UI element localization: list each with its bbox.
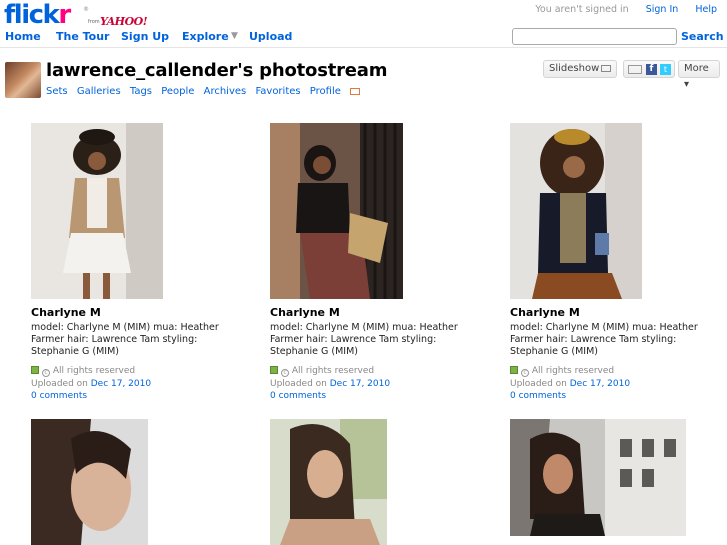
twitter-icon[interactable]: t [660,64,671,75]
rights-text: All rights reserved [291,366,375,376]
help-link[interactable]: Help [695,4,717,15]
registered-mark: ® [83,6,89,13]
from-label: from [88,19,100,25]
nav-upload[interactable]: Upload [249,30,292,43]
search-input[interactable] [512,28,677,45]
page-title: lawrence_callender's photostream [46,60,388,81]
subnav-people[interactable]: People [161,86,194,97]
explore-dropdown-icon[interactable]: ▼ [231,31,238,41]
photo-comments: 0 comments [510,391,566,401]
header-divider [0,47,727,48]
comments-link[interactable]: 0 comments [510,391,566,401]
photo-thumbnail[interactable] [270,419,387,545]
avatar[interactable] [5,62,41,98]
nav-home[interactable]: Home [5,30,41,43]
photo-title[interactable]: Charlyne M [510,306,580,319]
facebook-icon[interactable]: f [646,64,657,75]
nav-explore[interactable]: Explore [182,30,229,43]
comments-link[interactable]: 0 comments [31,391,87,401]
upload-date-link[interactable]: Dec 17, 2010 [330,379,390,389]
photo-title[interactable]: Charlyne M [31,306,101,319]
nav-tour[interactable]: The Tour [56,30,109,43]
photo-rights: c All rights reserved [270,366,374,377]
account-bar: You aren't signed in Sign In Help [521,4,717,15]
photostream-subnav: Sets Galleries Tags People Archives Favo… [46,86,366,97]
uploaded-label: Uploaded on [31,379,88,389]
subnav-favorites[interactable]: Favorites [255,86,300,97]
photo-thumbnail[interactable] [31,123,163,299]
photo-comments: 0 comments [31,391,87,401]
license-icon [270,366,278,374]
uploaded-label: Uploaded on [510,379,567,389]
upload-date-link[interactable]: Dec 17, 2010 [91,379,151,389]
photo-upload-date: Uploaded on Dec 17, 2010 [270,379,390,389]
photo-rights: c All rights reserved [510,366,614,377]
flickr-logo[interactable]: flickr ® from YAHOO! [4,0,148,30]
copyright-icon: c [281,369,289,377]
slideshow-label: Slideshow [549,63,600,74]
rights-text: All rights reserved [52,366,136,376]
copyright-icon: c [42,369,50,377]
subnav-archives[interactable]: Archives [204,86,247,97]
photo-upload-date: Uploaded on Dec 17, 2010 [31,379,151,389]
subnav-galleries[interactable]: Galleries [77,86,121,97]
rights-text: All rights reserved [531,366,615,376]
share-button[interactable]: f t [623,60,675,78]
subnav-tags[interactable]: Tags [130,86,152,97]
upload-date-link[interactable]: Dec 17, 2010 [570,379,630,389]
signed-status: You aren't signed in [535,4,629,15]
photo-thumbnail[interactable] [510,123,642,299]
photo-title[interactable]: Charlyne M [270,306,340,319]
uploaded-label: Uploaded on [270,379,327,389]
slideshow-button[interactable]: Slideshow [543,60,617,78]
copyright-icon: c [521,369,529,377]
logo-text-r: r [58,0,71,30]
more-button[interactable]: More ▾ [678,60,720,90]
subnav-sets[interactable]: Sets [46,86,68,97]
photo-rights: c All rights reserved [31,366,135,377]
photo-thumbnail[interactable] [510,419,686,536]
mail-icon[interactable] [350,88,361,95]
photo-comments: 0 comments [270,391,326,401]
photo-description: model: Charlyne M (MIM) mua: Heather Far… [31,322,219,357]
sign-in-link[interactable]: Sign In [646,4,679,15]
logo-text: flick [4,0,60,30]
subnav-profile[interactable]: Profile [310,86,341,97]
photo-description: model: Charlyne M (MIM) mua: Heather Far… [270,322,458,357]
monitor-icon [601,65,611,72]
comments-link[interactable]: 0 comments [270,391,326,401]
license-icon [31,366,39,374]
search-button[interactable]: Search [681,30,724,43]
license-icon [510,366,518,374]
photo-description: model: Charlyne M (MIM) mua: Heather Far… [510,322,698,357]
nav-signup[interactable]: Sign Up [121,30,169,43]
photo-upload-date: Uploaded on Dec 17, 2010 [510,379,630,389]
yahoo-logo: YAHOO! [100,15,148,28]
email-share-icon[interactable] [628,65,642,74]
photo-thumbnail[interactable] [270,123,403,299]
photo-thumbnail[interactable] [31,419,148,545]
